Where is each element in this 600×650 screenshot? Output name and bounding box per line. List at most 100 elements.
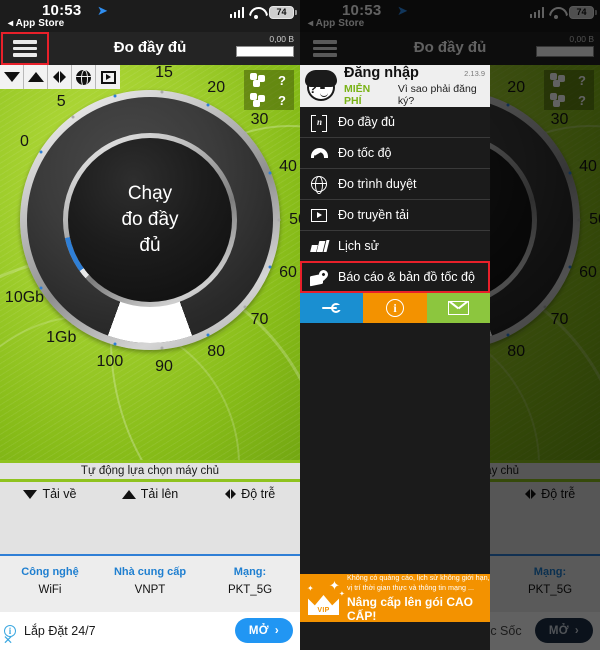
net-info-network: Mạng: PKT_5G <box>200 566 300 612</box>
gauge-tick-label: 40 <box>279 157 297 175</box>
triangle-up-icon <box>27 72 44 82</box>
app-title-bar: Đo đầy đủ 0,00 B <box>0 32 300 65</box>
play-box-icon <box>100 70 116 84</box>
ad-banner[interactable]: i ✕ Lắp Đặt 24/7 MỞ › <box>0 612 300 650</box>
upload-test-button[interactable] <box>24 65 48 89</box>
net-info-value: VNPT <box>134 584 166 596</box>
metric-label: Tải về <box>42 487 77 501</box>
puzzle-icon[interactable] <box>249 73 265 87</box>
menu-item-report-speed-map[interactable]: Báo cáo & bản đồ tốc độ <box>300 261 490 293</box>
full-test-icon: n <box>310 113 328 132</box>
metric-download: Tải về <box>0 487 100 501</box>
wrench-icon <box>322 303 343 313</box>
back-to-app-store[interactable]: ◂ App Store <box>8 18 64 29</box>
vip-headline: Nâng cấp lên gói CAO CẤP! <box>347 595 474 623</box>
free-badge: MIỄN PHÍ <box>344 83 371 107</box>
gauge-tick-dot <box>206 333 210 337</box>
gauge-start-button[interactable]: Chạy đo đầy đủ <box>68 138 232 302</box>
gauge-tick-dot <box>39 286 43 290</box>
menu-item-full-test[interactable]: n Đo đầy đủ <box>300 107 490 138</box>
metric-latency: Độ trễ <box>200 487 300 501</box>
gauge-tick-dot <box>243 131 247 135</box>
app-version: 2.13.9 <box>464 69 485 78</box>
net-info-value: WiFi <box>38 584 62 596</box>
contact-button[interactable] <box>426 293 490 323</box>
gauge-tick-dot <box>160 90 164 94</box>
gauge-tick-label: 20 <box>207 78 226 96</box>
report-map-pin-icon <box>310 267 330 286</box>
data-usage-value: 0,00 B <box>269 34 294 44</box>
menu-item-browser-test[interactable]: Đo trình duyệt <box>300 169 490 200</box>
menu-item-transfer-test[interactable]: Đo truyền tải <box>300 200 490 231</box>
net-info-key: Công nghệ <box>21 566 79 578</box>
server-selection-row[interactable]: Tự động lựa chọn máy chủ <box>0 460 300 482</box>
gauge-tick-label: 15 <box>155 65 173 81</box>
gauge-tick-label: 1Gb <box>46 329 77 347</box>
latency-test-button[interactable] <box>48 65 72 89</box>
gauge-tick-label: 100 <box>96 353 124 371</box>
gauge-tick-label: 60 <box>279 264 297 282</box>
close-x-icon[interactable]: ✕ <box>3 634 13 646</box>
gauge-tick-label: 5 <box>56 92 66 110</box>
net-info-provider: Nhà cung cấp VNPT <box>100 566 200 612</box>
envelope-icon <box>447 301 469 315</box>
why-register-link[interactable]: Vì sao phải đăng ký? <box>398 83 490 107</box>
triangle-up-icon <box>121 489 136 499</box>
gauge-tick-label: 80 <box>207 343 226 361</box>
speedometer-icon <box>310 144 328 162</box>
menu-item-label: Đo đầy đủ <box>338 115 395 129</box>
battery-level: 74 <box>276 7 287 17</box>
help-question-icon[interactable]: ? <box>278 74 286 87</box>
history-bars-icon <box>309 237 329 255</box>
menu-item-history[interactable]: Lịch sử <box>300 231 490 262</box>
status-indicators: 74 <box>229 6 297 19</box>
gauge-tick-label: 30 <box>250 111 269 129</box>
puzzle-icon[interactable] <box>249 93 265 107</box>
menu-item-speed-test[interactable]: Đo tốc độ <box>300 138 490 169</box>
user-avatar-icon: ? <box>304 68 340 104</box>
help-question-icon[interactable]: ? <box>278 94 286 107</box>
navigation-drawer: ? Đăng nhập MIỄN PHÍ Vì sao phải đăng ký… <box>300 65 490 650</box>
gauge-tick-label: 70 <box>250 310 269 328</box>
transfer-play-icon <box>310 206 328 224</box>
vip-upgrade-banner[interactable]: ✦ ✦ ✦ VIP Không có quảng cáo, lịch sử khôn… <box>300 573 490 623</box>
gauge-tick-dot <box>206 103 210 107</box>
cellular-signal-icon <box>229 7 244 18</box>
status-time: 10:53 <box>42 2 82 19</box>
right-screen: 10:53 ➤ ◂ App Store 74 Đo đầy đủ 0,00 B <box>300 0 600 650</box>
gauge-tick-dot <box>243 305 247 309</box>
transfer-test-button[interactable] <box>96 65 120 89</box>
browser-test-button[interactable] <box>72 65 96 89</box>
menu-item-label: Báo cáo & bản đồ tốc độ <box>338 270 475 284</box>
speed-gauge[interactable]: Chạy đo đầy đủ <box>20 90 280 350</box>
helper-overlay: ? ? <box>244 70 294 110</box>
triangle-down-icon <box>23 489 38 499</box>
net-info-technology: Công nghệ WiFi <box>0 566 100 612</box>
gauge-tick-label: 90 <box>155 358 173 376</box>
menu-item-label: Đo truyền tải <box>338 208 409 222</box>
drawer-login-header[interactable]: ? Đăng nhập MIỄN PHÍ Vì sao phải đăng ký… <box>300 65 490 107</box>
ad-cta-label: MỞ <box>248 624 269 637</box>
ad-open-button[interactable]: MỞ › <box>234 618 293 643</box>
menu-item-label: Lịch sử <box>338 239 380 253</box>
gauge-tick-dot <box>160 346 164 350</box>
about-button[interactable]: i <box>363 293 427 323</box>
gauge-tick-dot <box>71 321 75 325</box>
test-toolbar <box>0 65 120 89</box>
gauge-tick-label: 0 <box>20 132 29 150</box>
gauge-area: ? ? Chạy đo đầy đủ 051015 <box>0 65 300 460</box>
metric-upload: Tải lên <box>100 487 200 501</box>
drawer-action-row: i <box>300 293 490 323</box>
gauge-tick-label: 50 <box>289 211 300 228</box>
menu-item-label: Đo tốc độ <box>338 146 392 160</box>
data-usage-meter: 0,00 B <box>236 34 294 57</box>
info-circle-icon: i <box>385 299 404 317</box>
globe-icon <box>310 175 328 194</box>
vip-line-2: vị trí thời gian thực và thông tin mạng … <box>347 582 474 592</box>
status-bar: 10:53 ➤ ◂ App Store 74 <box>0 0 300 32</box>
chevron-right-icon: › <box>274 624 279 637</box>
settings-button[interactable] <box>300 293 364 323</box>
download-test-button[interactable] <box>0 65 24 89</box>
net-info-value: PKT_5G <box>227 584 273 596</box>
globe-icon <box>76 69 91 85</box>
